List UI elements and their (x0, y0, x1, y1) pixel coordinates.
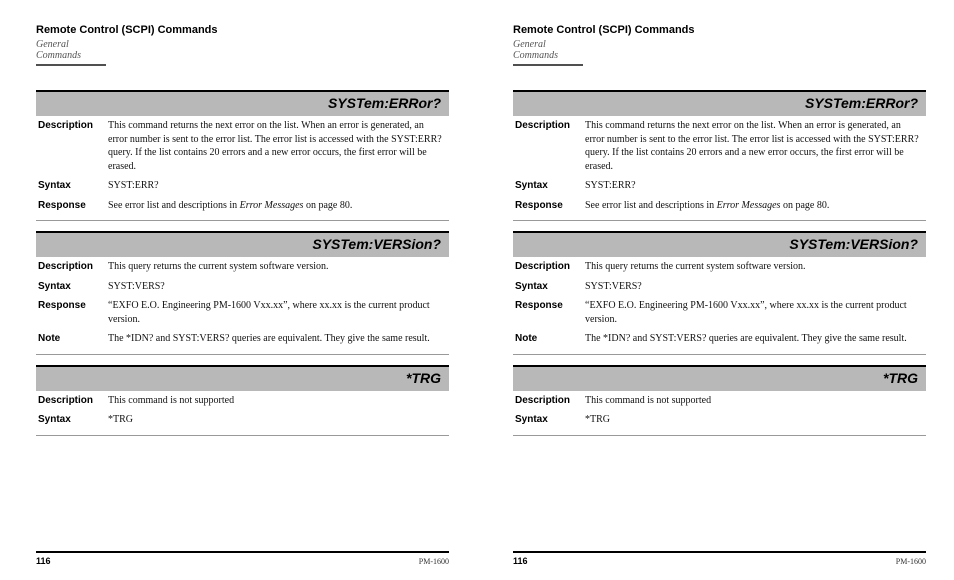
command-name: *TRG (883, 370, 918, 386)
table-row: SyntaxSYST:ERR? (513, 176, 926, 196)
command-table: DescriptionThis query returns the curren… (513, 257, 926, 349)
row-value: The *IDN? and SYST:VERS? queries are equ… (583, 329, 926, 349)
table-row: NoteThe *IDN? and SYST:VERS? queries are… (513, 329, 926, 349)
table-row: SyntaxSYST:VERS? (36, 277, 449, 297)
command-heading: SYSTem:VERSion? (36, 231, 449, 257)
row-value: SYST:ERR? (106, 176, 449, 196)
footer-model: PM-1600 (419, 557, 449, 566)
row-value: See error list and descriptions in Error… (106, 196, 449, 216)
table-row: ResponseSee error list and descriptions … (513, 196, 926, 216)
command-block: *TRGDescriptionThis command is not suppo… (513, 365, 926, 436)
row-value: This query returns the current system so… (106, 257, 449, 277)
row-label: Syntax (513, 410, 583, 430)
row-value: See error list and descriptions in Error… (583, 196, 926, 216)
table-row: Response“EXFO E.O. Engineering PM-1600 V… (513, 296, 926, 329)
row-label: Description (36, 257, 106, 277)
command-table: DescriptionThis command returns the next… (36, 116, 449, 215)
command-name: *TRG (406, 370, 441, 386)
row-label: Syntax (36, 176, 106, 196)
row-label: Description (513, 391, 583, 411)
row-label: Description (513, 116, 583, 176)
row-value: This command is not supported (583, 391, 926, 411)
command-name: SYSTem:VERSion? (789, 236, 918, 252)
row-label: Syntax (36, 277, 106, 297)
table-row: Syntax*TRG (513, 410, 926, 430)
table-row: Syntax*TRG (36, 410, 449, 430)
command-table: DescriptionThis query returns the curren… (36, 257, 449, 349)
command-name: SYSTem:ERRor? (328, 95, 441, 111)
row-value: SYST:VERS? (106, 277, 449, 297)
row-value: The *IDN? and SYST:VERS? queries are equ… (106, 329, 449, 349)
page-left: Remote Control (SCPI) CommandsGeneral Co… (0, 0, 477, 580)
command-heading: SYSTem:ERRor? (36, 90, 449, 116)
row-label: Response (513, 296, 583, 329)
table-row: Response“EXFO E.O. Engineering PM-1600 V… (36, 296, 449, 329)
command-heading: *TRG (36, 365, 449, 391)
command-table: DescriptionThis command is not supported… (36, 391, 449, 430)
row-value: “EXFO E.O. Engineering PM-1600 Vxx.xx”, … (106, 296, 449, 329)
table-row: DescriptionThis query returns the curren… (513, 257, 926, 277)
row-value: This command returns the next error on t… (106, 116, 449, 176)
row-label: Description (36, 391, 106, 411)
page-number: 116 (513, 556, 528, 566)
command-name: SYSTem:VERSion? (312, 236, 441, 252)
row-value: This command is not supported (106, 391, 449, 411)
command-block: SYSTem:VERSion? DescriptionThis query ret… (513, 231, 926, 355)
table-row: DescriptionThis command is not supported (36, 391, 449, 411)
section-subtitle: General Commands (36, 37, 106, 66)
row-label: Syntax (513, 176, 583, 196)
command-heading: SYSTem:VERSion? (513, 231, 926, 257)
command-table: DescriptionThis command returns the next… (513, 116, 926, 215)
row-label: Note (513, 329, 583, 349)
row-value: *TRG (106, 410, 449, 430)
page-number: 116 (36, 556, 51, 566)
row-label: Response (36, 196, 106, 216)
row-label: Description (36, 116, 106, 176)
command-heading: SYSTem:ERRor? (513, 90, 926, 116)
command-block: *TRGDescriptionThis command is not suppo… (36, 365, 449, 436)
row-value: This query returns the current system so… (583, 257, 926, 277)
row-label: Response (36, 296, 106, 329)
section-subtitle: General Commands (513, 37, 583, 66)
chapter-title: Remote Control (SCPI) Commands (36, 24, 449, 36)
table-row: ResponseSee error list and descriptions … (36, 196, 449, 216)
table-row: DescriptionThis query returns the curren… (36, 257, 449, 277)
table-row: DescriptionThis command returns the next… (36, 116, 449, 176)
row-value: SYST:ERR? (583, 176, 926, 196)
table-row: DescriptionThis command is not supported (513, 391, 926, 411)
row-value: SYST:VERS? (583, 277, 926, 297)
command-block: SYSTem:ERRor? DescriptionThis command ret… (36, 90, 449, 221)
row-label: Note (36, 329, 106, 349)
table-row: DescriptionThis command returns the next… (513, 116, 926, 176)
page-footer: 116 PM-1600 (513, 551, 926, 566)
page-right: Remote Control (SCPI) CommandsGeneral Co… (477, 0, 954, 580)
command-name: SYSTem:ERRor? (805, 95, 918, 111)
command-table: DescriptionThis command is not supported… (513, 391, 926, 430)
footer-model: PM-1600 (896, 557, 926, 566)
table-row: SyntaxSYST:ERR? (36, 176, 449, 196)
row-label: Response (513, 196, 583, 216)
command-heading: *TRG (513, 365, 926, 391)
chapter-title: Remote Control (SCPI) Commands (513, 24, 926, 36)
command-block: SYSTem:VERSion? DescriptionThis query ret… (36, 231, 449, 355)
table-row: NoteThe *IDN? and SYST:VERS? queries are… (36, 329, 449, 349)
row-label: Description (513, 257, 583, 277)
row-label: Syntax (513, 277, 583, 297)
command-block: SYSTem:ERRor? DescriptionThis command ret… (513, 90, 926, 221)
row-value: *TRG (583, 410, 926, 430)
row-value: “EXFO E.O. Engineering PM-1600 Vxx.xx”, … (583, 296, 926, 329)
row-label: Syntax (36, 410, 106, 430)
table-row: SyntaxSYST:VERS? (513, 277, 926, 297)
row-value: This command returns the next error on t… (583, 116, 926, 176)
page-footer: 116 PM-1600 (36, 551, 449, 566)
